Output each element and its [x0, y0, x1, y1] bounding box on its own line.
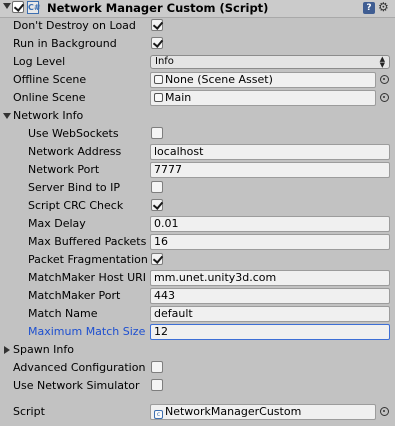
gear-icon[interactable]: ⚙ [378, 0, 389, 14]
max-match-size-input[interactable]: 12 [150, 324, 390, 340]
object-picker-icon[interactable] [380, 75, 389, 84]
log-level-label: Log Level [13, 55, 66, 68]
max-delay-input[interactable]: 0.01 [150, 216, 390, 232]
packet-frag-label: Packet Fragmentation [28, 253, 148, 266]
spawn-info-foldout[interactable]: Spawn Info [0, 341, 395, 359]
network-port-input[interactable]: 7777 [150, 162, 390, 178]
match-name-label: Match Name [28, 307, 98, 320]
server-bind-checkbox[interactable] [151, 181, 163, 193]
object-picker-icon[interactable] [380, 93, 389, 102]
network-port-label: Network Port [28, 163, 100, 176]
run-background-label: Run in Background [13, 37, 117, 50]
row-network-port: Network Port 7777 [0, 161, 395, 179]
scene-asset-icon [154, 93, 163, 102]
mm-host-label: MatchMaker Host URI [28, 271, 147, 284]
network-info-label: Network Info [13, 109, 84, 122]
spawn-info-label: Spawn Info [13, 343, 74, 356]
online-scene-value: Main [165, 91, 192, 104]
component-header: C# Network Manager Custom (Script) ? ⚙ [0, 0, 395, 18]
network-info-foldout[interactable]: Network Info [0, 107, 395, 125]
foldout-arrow-icon[interactable] [3, 3, 11, 9]
run-background-checkbox[interactable] [151, 37, 163, 49]
row-max-buffered: Max Buffered Packets 16 [0, 233, 395, 251]
dont-destroy-checkbox[interactable] [151, 19, 163, 31]
row-use-simulator: Use Network Simulator [0, 377, 395, 395]
use-simulator-label: Use Network Simulator [13, 379, 140, 392]
max-buffered-label: Max Buffered Packets [28, 235, 147, 248]
script-field[interactable]: c NetworkManagerCustom [150, 404, 376, 420]
row-use-websockets: Use WebSockets [0, 125, 395, 143]
row-advanced-config: Advanced Configuration [0, 359, 395, 377]
log-level-value: Info [155, 56, 174, 67]
dont-destroy-label: Don't Destroy on Load [13, 19, 136, 32]
row-mm-port: MatchMaker Port 443 [0, 287, 395, 305]
row-dont-destroy: Don't Destroy on Load [0, 17, 395, 35]
match-name-input[interactable]: default [150, 306, 390, 322]
dropdown-arrows-icon: ▲ ▼ [379, 55, 385, 69]
max-match-size-label: Maximum Match Size [28, 325, 146, 338]
log-level-dropdown[interactable]: Info ▲ ▼ [150, 55, 390, 69]
mm-port-label: MatchMaker Port [28, 289, 121, 302]
server-bind-label: Server Bind to IP [28, 181, 121, 194]
use-websockets-label: Use WebSockets [28, 127, 119, 140]
csharp-script-icon: C# [27, 1, 41, 14]
foldout-closed-icon[interactable] [4, 346, 10, 354]
row-server-bind: Server Bind to IP [0, 179, 395, 197]
packet-frag-checkbox[interactable] [151, 253, 163, 265]
online-scene-field[interactable]: Main [150, 90, 376, 106]
row-log-level: Log Level Info ▲ ▼ [0, 53, 395, 71]
max-buffered-input[interactable]: 16 [150, 234, 390, 250]
foldout-open-icon[interactable] [3, 113, 11, 119]
use-simulator-checkbox[interactable] [151, 379, 163, 391]
row-script-crc: Script CRC Check [0, 197, 395, 215]
advanced-config-label: Advanced Configuration [13, 361, 146, 374]
row-max-delay: Max Delay 0.01 [0, 215, 395, 233]
scene-asset-icon [154, 75, 163, 84]
use-websockets-checkbox[interactable] [151, 127, 163, 139]
max-delay-label: Max Delay [28, 217, 86, 230]
row-online-scene: Online Scene Main [0, 89, 395, 107]
row-run-background: Run in Background [0, 35, 395, 53]
offline-scene-value: None (Scene Asset) [165, 73, 273, 86]
network-address-input[interactable]: localhost [150, 144, 390, 160]
advanced-config-checkbox[interactable] [151, 361, 163, 373]
row-script: Script c NetworkManagerCustom [0, 403, 395, 421]
row-max-match-size: Maximum Match Size 12 [0, 323, 395, 341]
mm-host-input[interactable]: mm.unet.unity3d.com [150, 270, 390, 286]
row-packet-frag: Packet Fragmentation [0, 251, 395, 269]
script-crc-checkbox[interactable] [151, 199, 163, 211]
offline-scene-label: Offline Scene [13, 73, 87, 86]
row-network-address: Network Address localhost [0, 143, 395, 161]
row-offline-scene: Offline Scene None (Scene Asset) [0, 71, 395, 89]
row-match-name: Match Name default [0, 305, 395, 323]
online-scene-label: Online Scene [13, 91, 86, 104]
offline-scene-field[interactable]: None (Scene Asset) [150, 72, 376, 88]
help-icon[interactable]: ? [363, 2, 375, 14]
script-value: NetworkManagerCustom [165, 405, 302, 418]
row-mm-host: MatchMaker Host URI mm.unet.unity3d.com [0, 269, 395, 287]
script-label: Script [13, 405, 45, 418]
component-enabled-checkbox[interactable] [12, 1, 24, 13]
csharp-script-icon: c [154, 410, 163, 419]
object-picker-icon[interactable] [380, 407, 389, 416]
network-address-label: Network Address [28, 145, 122, 158]
component-title: Network Manager Custom (Script) [47, 1, 269, 15]
script-crc-label: Script CRC Check [28, 199, 124, 212]
mm-port-input[interactable]: 443 [150, 288, 390, 304]
